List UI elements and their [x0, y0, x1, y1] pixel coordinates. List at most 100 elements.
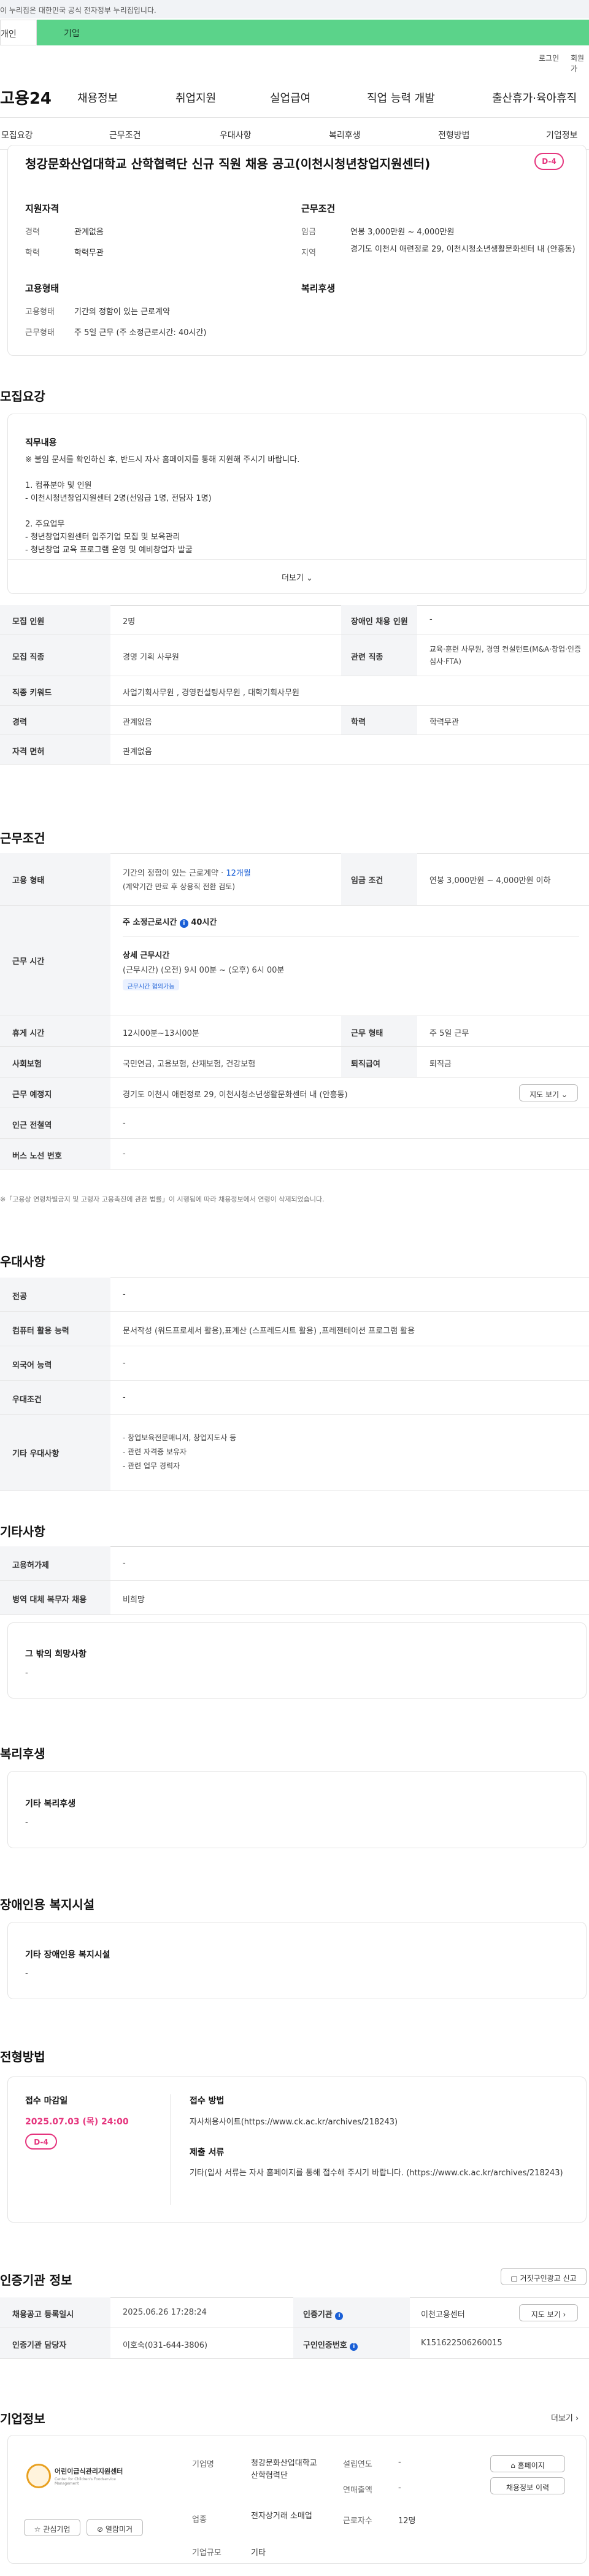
map-button[interactable]: 지도 보기 ⌄ — [519, 1084, 578, 1101]
report-fake-ad-button[interactable]: ▢ 거짓구인광고 신고 — [501, 2268, 587, 2285]
site-logo[interactable]: 고용24 — [0, 86, 52, 109]
duty-heading: 직무내용 — [25, 438, 57, 448]
favorite-label: 관심기업 — [43, 2525, 71, 2534]
more-button[interactable]: 더보기 ⌄ — [282, 571, 313, 583]
area-value: 경기도 이천시 애련정로 29, 이천시청소년생활문화센터 내 (안흥동) — [350, 245, 576, 254]
table-row: 인증기관 담당자 이호숙(031-644-3806) 구인인증번호 i K151… — [0, 2328, 589, 2359]
company-name-label: 기업명 — [192, 2460, 214, 2469]
industry-label: 업종 — [192, 2515, 207, 2524]
snb-company[interactable]: 기업정보 — [546, 129, 578, 141]
td-career: 관계없음 — [123, 718, 152, 727]
table-row: 채용공고 등록일시 2025.06.26 17:28:24 인증기관 i 이천고… — [0, 2297, 589, 2328]
td-insurance: 국민연금, 고용보험, 산재보험, 건강보험 — [123, 1060, 256, 1069]
snb-work[interactable]: 근무조건 — [109, 129, 141, 141]
company-more-link[interactable]: 더보기 › — [551, 2412, 579, 2423]
th-occupation: 모집 직종 — [0, 634, 110, 676]
divider — [8, 559, 586, 560]
table-row: 외국어 능력 - — [0, 1346, 589, 1381]
welfare-heading: 복리후생 — [301, 283, 336, 294]
snb-process[interactable]: 전형방법 — [438, 129, 470, 141]
job-history-button[interactable]: 채용정보 이력 — [490, 2477, 565, 2494]
menu-benefit[interactable]: 실업급여 — [270, 90, 310, 106]
work-title: 근무조건 — [0, 831, 45, 846]
td-edu: 학력무관 — [429, 718, 459, 727]
user-type-tabs: 개인 기업 — [0, 20, 589, 45]
age-note: ※「고용상 연령차별금지 및 고령자 고용촉진에 관한 법률」이 시행됨에 따라… — [0, 1195, 325, 1203]
duty-card: 직무내용 ※ 불임 문서를 확인하신 후, 반드시 자사 홈페이지를 통해 지원… — [7, 414, 587, 594]
snb-pref[interactable]: 우대사항 — [220, 129, 252, 141]
td-reg-date: 2025.06.26 17:28:24 — [123, 2308, 207, 2317]
th-military: 병역 대체 복무자 채용 — [0, 1581, 110, 1614]
th-pay: 임금 조건 — [341, 853, 417, 905]
homepage-button[interactable]: ⌂ 홈페이지 — [490, 2455, 565, 2472]
table-row: 직종 키워드 사업기획사무원 , 경영컨설팅사무원 , 대학기획사무원 — [0, 676, 589, 706]
th-emptype: 고용 형태 — [0, 853, 110, 905]
td-cert-no: K151622506260015 — [421, 2339, 502, 2348]
welfare-etc-heading: 기타 복리후생 — [25, 1799, 76, 1809]
td-headcount: 2명 — [123, 617, 136, 627]
menu-leave[interactable]: 출산휴가·육아휴직 — [492, 90, 577, 106]
menu-jobs[interactable]: 채용정보 — [77, 90, 118, 106]
th-hours: 근무 시간 — [0, 906, 110, 1016]
global-nav: 고용24 채용정보 취업지원 실업급여 직업 능력 개발 출산휴가·육아휴직 — [0, 71, 589, 118]
company-name-value: 청강문화산업대학교 산학협력단 — [251, 2459, 317, 2480]
td-subway: - — [123, 1119, 126, 1128]
table-row: 병역 대체 복무자 채용 비희망 — [0, 1581, 589, 1615]
cert-no-label: 구인인증번호 — [303, 2341, 347, 2350]
snb-recruit[interactable]: 모집요강 — [1, 129, 33, 141]
menu-training[interactable]: 직업 능력 개발 — [367, 90, 435, 106]
td-military: 비희망 — [123, 1595, 145, 1605]
join-link[interactable]: 회원가 — [571, 53, 589, 74]
table-row: 기타 우대사항 - 창업보육전문매니저, 창업지도사 등 - 관련 자격증 보유… — [0, 1415, 589, 1491]
std-hours: 주 소정근로시간 i 40시간 — [123, 916, 217, 928]
info-icon[interactable]: i — [335, 2312, 344, 2320]
scale-label: 기업규모 — [192, 2548, 221, 2558]
agency-map-button[interactable]: 지도 보기 › — [519, 2304, 578, 2321]
industry-value: 전자상거래 소매업 — [251, 2512, 312, 2521]
th-cert-no: 구인인증번호 i — [293, 2328, 410, 2358]
map-button-label: 지도 보기 — [529, 1090, 560, 1099]
td-major: - — [123, 1290, 126, 1299]
td-related: 교육·훈련 사무원, 경영 컨설턴트(M&A·창업·인증심사·FTA) — [429, 645, 581, 666]
method-heading: 접수 방법 — [190, 2096, 225, 2106]
tab-company[interactable]: 기업 — [37, 20, 589, 45]
block-company-button[interactable]: ⊘ 열람미거 — [87, 2519, 143, 2536]
disabled-etc-value: - — [25, 1969, 28, 1978]
td-keyword: 사업기획사무원 , 경영컨설팅사무원 , 대학기획사무원 — [123, 688, 299, 698]
employees-label: 근로자수 — [343, 2516, 372, 2526]
detail-hours-value: (근무시간) (오전) 9시 00분 ~ (오후) 6시 00분 — [123, 966, 285, 975]
company-more-label: 더보기 — [551, 2414, 573, 2423]
tab-personal[interactable]: 개인 — [0, 20, 37, 45]
th-language: 외국어 능력 — [0, 1346, 110, 1380]
th-edu: 학력 — [341, 706, 417, 735]
emptype-value: 기간의 정함이 있는 근로계약 — [74, 307, 170, 317]
th-etc-pref: 기타 우대사항 — [0, 1415, 110, 1490]
td-manager: 이호숙(031-644-3806) — [123, 2341, 208, 2350]
td-disabled-count: - — [429, 615, 433, 624]
info-icon[interactable]: i — [179, 919, 188, 928]
th-shift: 근무 형태 — [341, 1016, 417, 1046]
homepage-label: 홈페이지 — [517, 2461, 545, 2470]
table-row: 휴게 시간 12시00분~13시00분 근무 형태 주 5일 근무 — [0, 1016, 589, 1047]
th-keyword: 직종 키워드 — [0, 676, 110, 705]
area-label: 지역 — [301, 249, 316, 258]
worktype-label: 근무형태 — [25, 328, 55, 337]
company-logo: 어린이급식관리지원센터 Center for Children's Foodse… — [26, 2461, 123, 2493]
info-icon[interactable]: i — [350, 2343, 358, 2351]
employees-value: 12명 — [398, 2516, 416, 2526]
th-disabled-count: 장애인 채용 인원 — [341, 605, 417, 634]
th-career: 경력 — [0, 706, 110, 735]
th-headcount: 모집 인원 — [0, 605, 110, 634]
chevron-right-icon: › — [576, 2414, 579, 2423]
welfare-etc-value: - — [25, 1818, 28, 1827]
divider — [123, 936, 579, 937]
cond-heading: 근무조건 — [301, 203, 336, 214]
favorite-company-button[interactable]: ☆ 관심기업 — [24, 2519, 80, 2536]
snb-welfare[interactable]: 복리후생 — [329, 129, 361, 141]
agency-title: 인증기관 정보 — [0, 2273, 72, 2288]
login-link[interactable]: 로그인 — [539, 53, 559, 63]
home-icon: ⌂ — [510, 2461, 515, 2470]
menu-support[interactable]: 취업지원 — [175, 90, 216, 106]
table-row: 모집 인원 2명 장애인 채용 인원 - — [0, 605, 589, 634]
report-icon: ▢ — [510, 2274, 518, 2283]
